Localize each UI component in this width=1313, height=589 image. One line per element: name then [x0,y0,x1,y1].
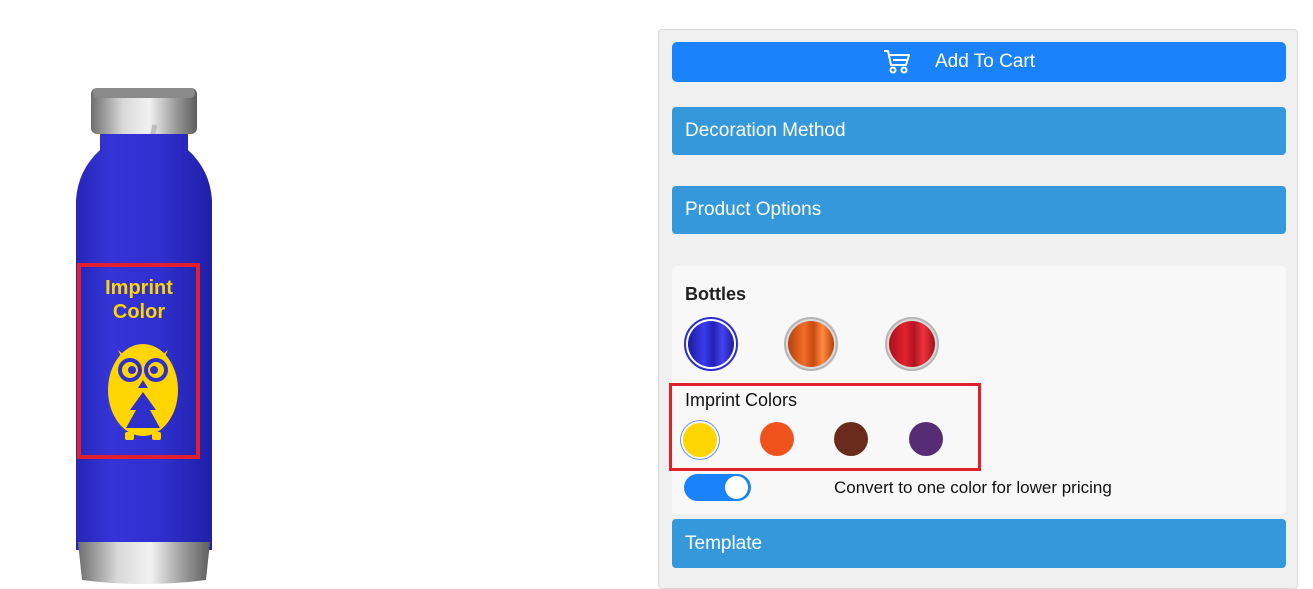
options-card: Bottles Imprint Colors Convert to one co… [669,266,1286,514]
imprint-color-brown[interactable] [834,422,868,456]
template-label: Template [685,532,763,554]
add-to-cart-label: Add To Cart [935,51,1035,72]
imprint-label-line2: Color [113,301,165,323]
shopping-cart-icon [884,50,910,74]
bottle-swatch-orange[interactable] [784,317,838,371]
imprint-color-yellow[interactable] [683,423,717,457]
one-color-toggle[interactable] [684,474,751,501]
bottles-title: Bottles [685,284,747,304]
add-to-cart-button[interactable]: Add To Cart [672,42,1286,82]
bottle-image: Imprint Color [76,88,212,584]
product-options-accordion[interactable]: Product Options [672,186,1286,234]
bottle-swatch-red[interactable] [885,317,939,371]
imprint-color-orange[interactable] [760,422,794,456]
product-preview: Imprint Color [60,80,230,585]
imprint-colors-title: Imprint Colors [685,390,798,410]
product-options-label: Product Options [685,199,822,220]
toggle-knob [725,476,748,499]
imprint-color-purple[interactable] [909,422,943,456]
bottle-swatch-blue[interactable] [684,317,738,371]
decoration-method-accordion[interactable]: Decoration Method [672,107,1286,155]
one-color-toggle-label: Convert to one color for lower pricing [834,478,1112,497]
imprint-label-line1: Imprint [105,277,173,299]
template-accordion[interactable]: Template [672,519,1286,568]
config-panel: Add To Cart Decoration Method Product Op… [658,29,1298,589]
decoration-method-label: Decoration Method [685,120,846,141]
